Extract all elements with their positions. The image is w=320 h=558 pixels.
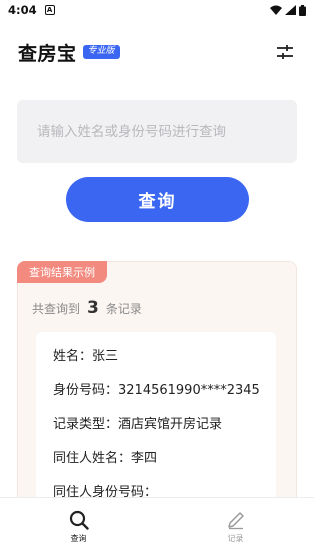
nav-label-query: 查询 — [70, 534, 87, 543]
record-cohabitant-name: 同住人姓名：李四 — [53, 451, 158, 466]
signal-icon — [285, 5, 296, 15]
nav-item-query[interactable]: 查询 — [0, 498, 157, 558]
pro-badge: 专业版 — [82, 45, 120, 59]
status-indicators — [270, 4, 306, 16]
app-title: 查房宝 — [18, 42, 77, 65]
status-time: 4:04 — [8, 3, 37, 17]
search-box — [17, 100, 297, 163]
record-name: 姓名：张三 — [53, 349, 119, 364]
query-button[interactable]: 查询 — [66, 177, 249, 222]
result-count-number: 3 — [87, 298, 99, 318]
wifi-icon — [270, 5, 282, 15]
nav-item-records[interactable]: 记录 — [157, 498, 314, 558]
filter-button[interactable] — [274, 41, 296, 63]
result-count: 共查询到 3 条记录 — [32, 298, 142, 318]
status-bar: 4:04 A — [0, 0, 314, 20]
search-input[interactable] — [37, 123, 277, 140]
pencil-icon — [227, 512, 244, 530]
app-screen: 4:04 A 查房宝 专业版 查询 查询结果示例 共查询到 3 条记录 — [0, 0, 314, 558]
bottom-nav: 查询 记录 — [0, 497, 314, 558]
result-count-suffix: 条记录 — [105, 302, 142, 316]
filter-icon — [277, 45, 293, 59]
record-type: 记录类型：酒店宾馆开房记录 — [53, 417, 223, 432]
notification-icon: A — [44, 5, 55, 15]
result-count-prefix: 共查询到 — [32, 302, 81, 316]
example-tag: 查询结果示例 — [17, 261, 107, 283]
search-icon — [69, 510, 89, 530]
battery-icon — [299, 4, 306, 16]
app-header: 查房宝 专业版 — [0, 36, 314, 68]
nav-label-records: 记录 — [227, 534, 244, 543]
record-id-number: 身份号码：3214561990****2345 — [53, 383, 260, 398]
